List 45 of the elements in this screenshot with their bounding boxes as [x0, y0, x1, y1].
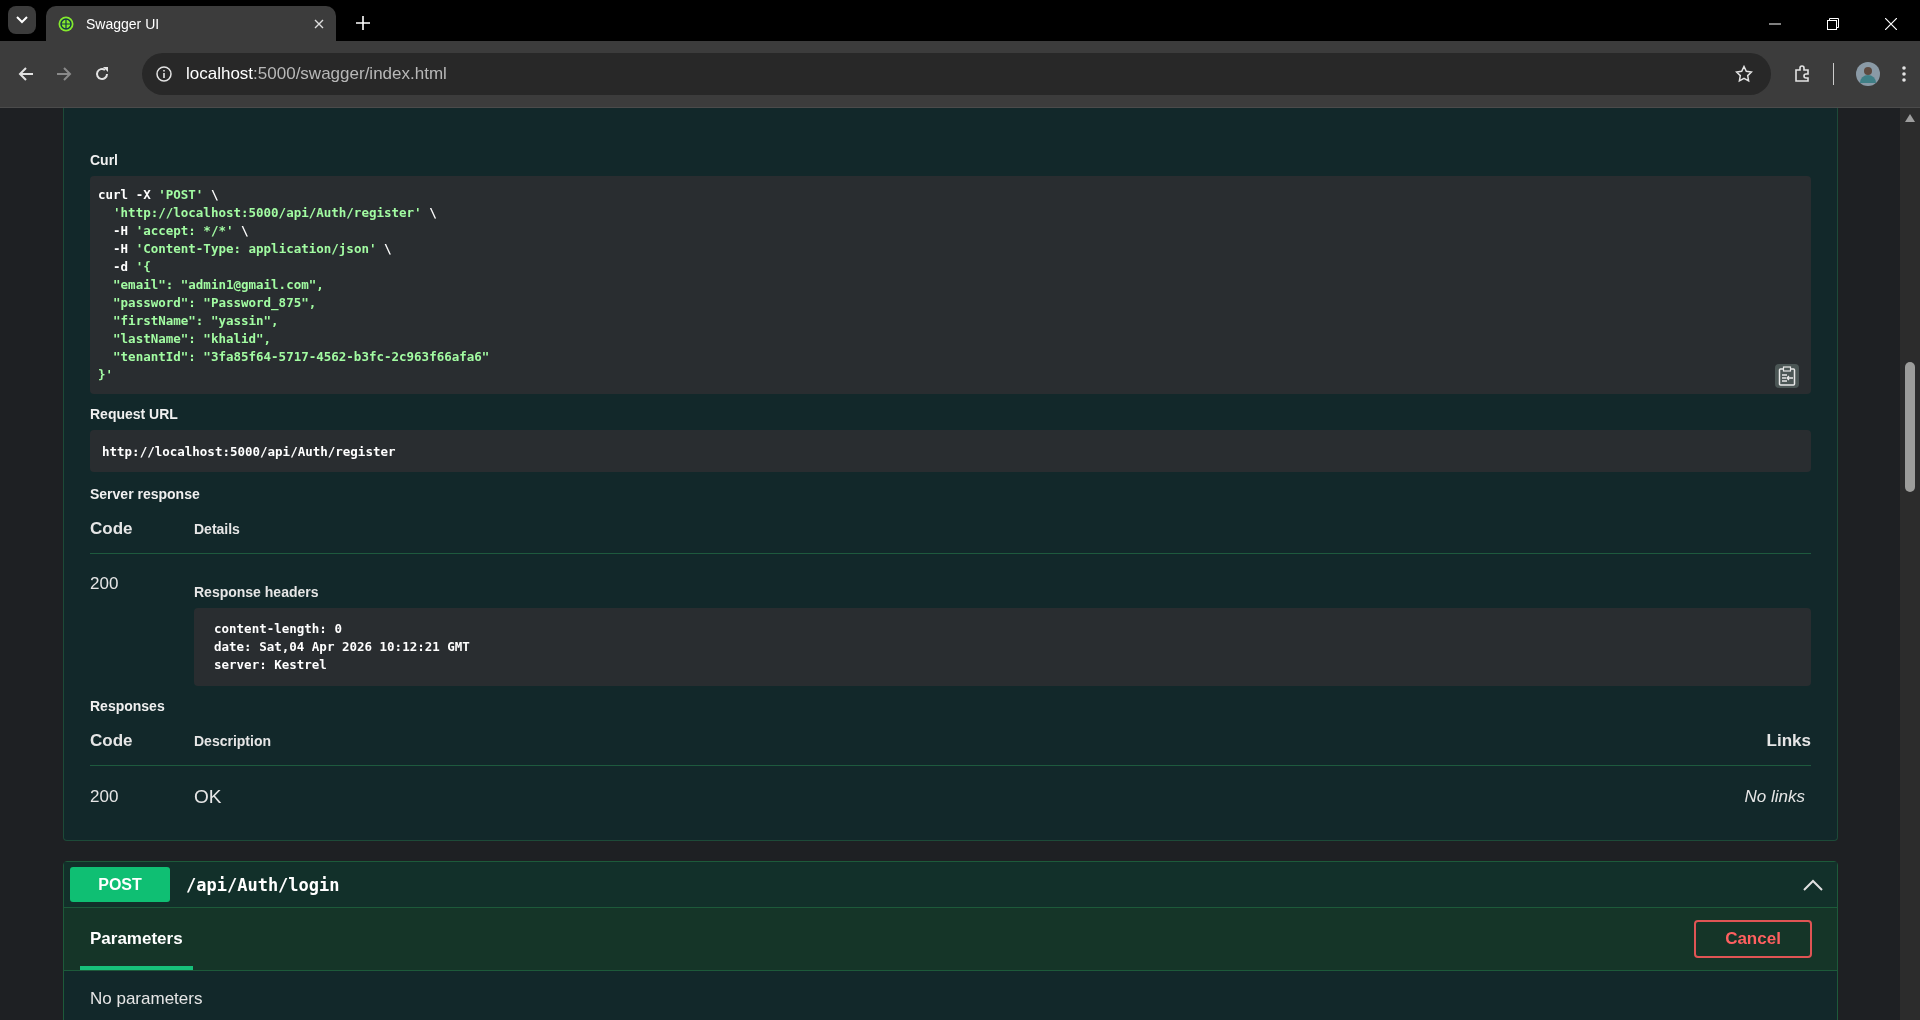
- reload-icon[interactable]: [94, 66, 110, 82]
- cancel-button[interactable]: Cancel: [1694, 920, 1812, 958]
- response-headers: content-length: 0 date: Sat,04 Apr 2026 10:12:21 GMT server: Kestrel: [214, 620, 471, 674]
- forward-icon[interactable]: [56, 66, 72, 82]
- browser-tab[interactable]: Swagger UI: [46, 6, 336, 41]
- links-cell-text: No links: [1744, 787, 1806, 807]
- endpoint-path: /api/Auth/login: [186, 874, 340, 895]
- tab-search-button[interactable]: [8, 6, 36, 34]
- copy-to-clipboard-icon[interactable]: [1775, 364, 1799, 388]
- section-label: Request URL: [90, 406, 179, 422]
- info-icon[interactable]: [156, 66, 172, 82]
- operation-header[interactable]: POST /api/Auth/login: [64, 862, 1837, 908]
- bookmark-star-icon[interactable]: [1735, 65, 1753, 83]
- back-icon[interactable]: [18, 66, 34, 82]
- scroll-up-arrow-icon[interactable]: [1905, 114, 1915, 122]
- empty-message: No parameters: [89, 988, 204, 1010]
- profile-avatar[interactable]: [1856, 62, 1880, 86]
- tab[interactable]: Parameters: [80, 908, 193, 970]
- curl-command: curl -X 'POST' \ 'http://localhost:5000/api/Auth/register' \ -H 'accept: */*' \ -H 'Content-Type: application/json' \ -d '{ "email": "admin1@gmail.com", "password": "Password_875", "firstName": "yassin", "lastName": "khalid", "tenantId": "3fa85f64-5717-4562-b3fc-2c963f66afa6" }': [98, 186, 490, 384]
- scrollbar[interactable]: [1900, 108, 1920, 1020]
- url-text: localhost:5000/swagger/index.html: [186, 64, 448, 84]
- column-header: Links: [1766, 731, 1811, 751]
- column-header: Code: [90, 519, 134, 539]
- response-description: OK: [194, 786, 223, 808]
- section-label: Responses: [90, 698, 166, 714]
- address-bar[interactable]: localhost:5000/swagger/index.html: [142, 53, 1771, 95]
- column-header: Description: [194, 733, 272, 749]
- collapse-chevron-icon[interactable]: [1803, 878, 1823, 891]
- extensions-icon[interactable]: [1793, 65, 1811, 83]
- scrollbar-thumb[interactable]: [1905, 362, 1915, 492]
- column-header: Details: [194, 521, 240, 537]
- section-label: Curl: [90, 152, 119, 168]
- globe-icon: [58, 15, 74, 32]
- status-code: 200: [90, 787, 120, 807]
- request-url: http://localhost:5000/api/Auth/register: [102, 444, 396, 459]
- tab-title: Swagger UI: [86, 15, 161, 32]
- section-label: Server response: [90, 486, 201, 502]
- status-code: 200: [90, 574, 120, 595]
- close-icon[interactable]: [314, 18, 324, 29]
- caret-icon: [16, 16, 28, 24]
- column-header: Code: [90, 731, 134, 751]
- method-badge: POST: [70, 867, 170, 902]
- section-label: Response headers: [194, 584, 320, 600]
- menu-icon[interactable]: [1902, 66, 1906, 82]
- new-tab-icon[interactable]: [356, 16, 370, 30]
